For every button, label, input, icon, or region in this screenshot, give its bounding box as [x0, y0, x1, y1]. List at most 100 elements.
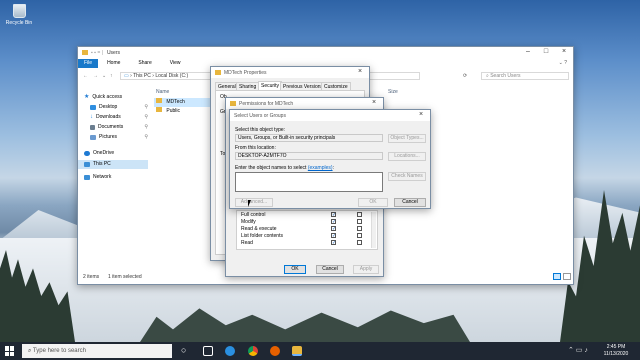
location-label: From this location: — [235, 145, 276, 151]
object-types-button[interactable]: Object Types... — [388, 134, 426, 143]
back-icon[interactable]: ← — [83, 71, 88, 81]
permissions-titlebar[interactable]: Permissions for MDTech × — [226, 98, 383, 109]
select-users-titlebar[interactable]: Select Users or Groups × — [230, 110, 430, 121]
ok-button[interactable]: OK — [284, 265, 306, 274]
object-names-input[interactable] — [235, 172, 383, 192]
permission-row: List folder contents ✓ — [241, 233, 371, 240]
column-header-size[interactable]: Size — [388, 89, 398, 95]
maximize-button[interactable]: □ — [537, 47, 555, 57]
status-selected: 1 item selected — [108, 274, 142, 280]
firefox-icon[interactable] — [270, 346, 280, 356]
search-box[interactable]: ⌕ Search Users — [481, 72, 569, 80]
allow-checkbox[interactable]: ✓ — [331, 233, 336, 239]
start-button[interactable] — [4, 346, 14, 356]
check-names-button[interactable]: Check Names — [388, 172, 426, 181]
task-view-icon[interactable] — [203, 346, 213, 356]
folder-icon — [156, 98, 162, 103]
nav-pictures[interactable]: Pictures ⚲ — [78, 133, 148, 142]
tab-security[interactable]: Security — [258, 81, 283, 90]
pin-icon: ⚲ — [144, 134, 148, 140]
breadcrumb-local-disk[interactable]: Local Disk (C:) — [155, 73, 188, 79]
cortana-icon[interactable]: ○ — [181, 345, 186, 355]
apply-button[interactable]: Apply — [353, 265, 379, 274]
file-name: MDTech — [166, 99, 185, 105]
explorer-titlebar[interactable]: ▪ ▪ = | Users – □ × — [78, 47, 573, 58]
locations-button[interactable]: Locations... — [388, 152, 426, 161]
permission-row: Modify ✓ — [241, 219, 371, 226]
tab-sharing[interactable]: Sharing — [236, 82, 260, 90]
nav-label: Documents — [98, 124, 124, 130]
select-users-dialog[interactable]: Select Users or Groups × Select this obj… — [229, 109, 431, 209]
nav-label: Desktop — [99, 104, 118, 110]
recycle-bin-icon — [12, 4, 26, 18]
large-icons-view-icon[interactable] — [563, 273, 571, 280]
allow-checkbox[interactable]: ✓ — [331, 226, 336, 232]
deny-checkbox[interactable] — [357, 240, 362, 245]
allow-checkbox[interactable]: ✓ — [331, 240, 336, 246]
close-button[interactable]: × — [351, 67, 369, 77]
clock-date: 11/13/2020 — [603, 351, 629, 357]
nav-desktop[interactable]: Desktop ⚲ — [78, 103, 148, 112]
download-icon: ↓ — [90, 114, 93, 120]
pin-icon: ⚲ — [144, 124, 148, 130]
ribbon-tab-share[interactable]: Share — [129, 59, 160, 68]
names-label-colon: : — [332, 165, 334, 171]
recycle-bin[interactable]: Recycle Bin — [4, 4, 34, 26]
ribbon-tab-file[interactable]: File — [78, 59, 99, 68]
allow-checkbox[interactable]: ✓ — [331, 212, 336, 218]
ribbon-tab-view[interactable]: View — [161, 59, 190, 68]
nav-onedrive[interactable]: OneDrive — [78, 149, 148, 158]
permissions-title: Permissions for MDTech — [239, 100, 294, 107]
cancel-button[interactable]: Cancel — [394, 198, 426, 207]
tab-previous-versions[interactable]: Previous Versions — [280, 82, 327, 90]
desktop: Recycle Bin ▪ ▪ = | Users – □ × File Hom… — [0, 0, 640, 342]
cancel-button[interactable]: Cancel — [316, 265, 344, 274]
tab-customize[interactable]: Customize — [321, 82, 351, 90]
recent-icon[interactable]: ⌄ — [102, 71, 106, 81]
refresh-icon[interactable]: ⟳ — [463, 71, 467, 81]
file-explorer-taskbar-icon[interactable] — [292, 346, 302, 356]
select-users-title: Select Users or Groups — [234, 112, 286, 119]
close-button[interactable]: × — [365, 98, 383, 108]
deny-checkbox[interactable] — [357, 226, 362, 231]
ribbon-tab-home[interactable]: Home — [98, 59, 129, 68]
nav-downloads[interactable]: ↓ Downloads ⚲ — [78, 113, 148, 122]
scrollbar[interactable] — [371, 212, 376, 248]
expand-ribbon-icon[interactable]: ⌄ ? — [559, 59, 573, 68]
search-placeholder: Search Users — [490, 73, 521, 79]
examples-link[interactable]: (examples) — [308, 165, 333, 171]
edge-icon[interactable] — [225, 346, 235, 356]
minimize-button[interactable]: – — [519, 47, 537, 57]
deny-checkbox[interactable] — [357, 212, 362, 217]
explorer-title: Users — [106, 49, 120, 56]
allow-checkbox[interactable]: ✓ — [331, 219, 336, 225]
taskbar-search-box[interactable]: ⌕ Type here to search — [22, 344, 172, 358]
deny-checkbox[interactable] — [357, 233, 362, 238]
ok-button[interactable]: OK — [358, 198, 388, 207]
column-header-name[interactable]: Name — [156, 89, 169, 95]
breadcrumb-this-pc[interactable]: This PC — [133, 73, 151, 79]
nav-documents[interactable]: Documents ⚲ — [78, 123, 148, 132]
taskbar-search-placeholder: Type here to search — [32, 348, 86, 354]
details-view-icon[interactable] — [553, 273, 561, 280]
close-button[interactable]: × — [412, 110, 430, 120]
forward-icon[interactable]: → — [93, 71, 98, 81]
nav-this-pc[interactable]: This PC — [78, 160, 148, 169]
object-type-label: Select this object type: — [235, 127, 286, 133]
clock[interactable]: 2:45 PM 11/13/2020 — [598, 344, 634, 358]
file-row[interactable]: Public — [154, 107, 214, 116]
close-button[interactable]: × — [555, 47, 573, 57]
properties-titlebar[interactable]: MDTech Properties × — [211, 67, 369, 78]
advanced-button[interactable]: Advanced... — [235, 198, 273, 207]
tray-people-icon[interactable]: ⌃ ▭ ♪ — [568, 346, 588, 354]
chrome-icon[interactable] — [248, 346, 258, 356]
permission-name: Read & execute — [241, 226, 277, 232]
nav-network[interactable]: Network — [78, 173, 148, 182]
up-icon[interactable]: ↑ — [110, 71, 113, 81]
properties-title: MDTech Properties — [224, 69, 267, 76]
nav-label: This PC — [93, 161, 111, 167]
pin-icon: ⚲ — [144, 114, 148, 120]
nav-quick-access[interactable]: ★ Quick access — [78, 93, 148, 102]
file-row[interactable]: MDTech — [154, 98, 214, 107]
deny-checkbox[interactable] — [357, 219, 362, 224]
